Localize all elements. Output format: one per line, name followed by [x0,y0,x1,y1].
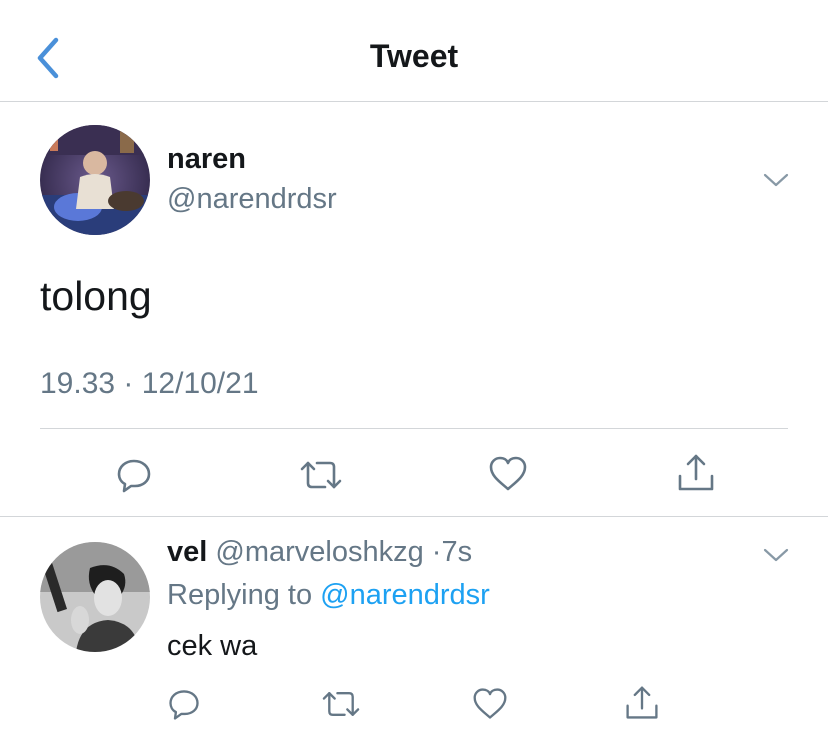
display-name[interactable]: naren [167,143,246,176]
reply-button[interactable] [114,455,154,495]
tweet-text: tolong [40,273,152,319]
divider [0,516,828,517]
retweet-icon [300,461,342,489]
tweet-text: cek wa [167,630,258,662]
like-button[interactable] [487,454,529,494]
nav-header: Tweet [0,0,828,102]
chevron-down-icon [763,548,789,562]
tweet-timestamp: 19.33 · 12/10/21 [40,367,259,400]
tweet-screen: Tweet naren @narendrdsr tolong 19.33 · 1… [0,0,828,737]
retweet-button[interactable] [298,455,344,495]
heart-icon [489,456,527,491]
heart-icon [473,688,507,719]
like-button[interactable] [471,686,509,722]
mention-link[interactable]: @narendrdsr [320,579,490,611]
chevron-down-icon [763,173,789,187]
avatar[interactable] [40,542,150,652]
share-icon [626,686,658,719]
share-button[interactable] [676,452,716,494]
share-icon [678,454,714,491]
avatar[interactable] [40,125,150,235]
tweet-options-button[interactable] [761,545,791,565]
user-handle[interactable]: @marveloshkzg [215,536,423,568]
tweet-options-button[interactable] [761,170,791,190]
reply-header: vel @marveloshkzg ·7s [167,536,472,569]
comment-icon [169,690,199,720]
share-button[interactable] [624,684,660,722]
comment-icon [117,459,151,493]
reply-button[interactable] [166,686,202,722]
replying-to: Replying to @narendrdsr [167,579,490,612]
user-handle[interactable]: @narendrdsr [167,183,337,216]
replying-prefix: Replying to [167,579,313,611]
retweet-button[interactable] [320,686,362,722]
page-title: Tweet [369,38,459,74]
display-name[interactable]: vel [167,536,207,568]
retweet-icon [322,692,360,716]
divider [40,428,788,429]
reply-time: 7s [441,536,473,568]
